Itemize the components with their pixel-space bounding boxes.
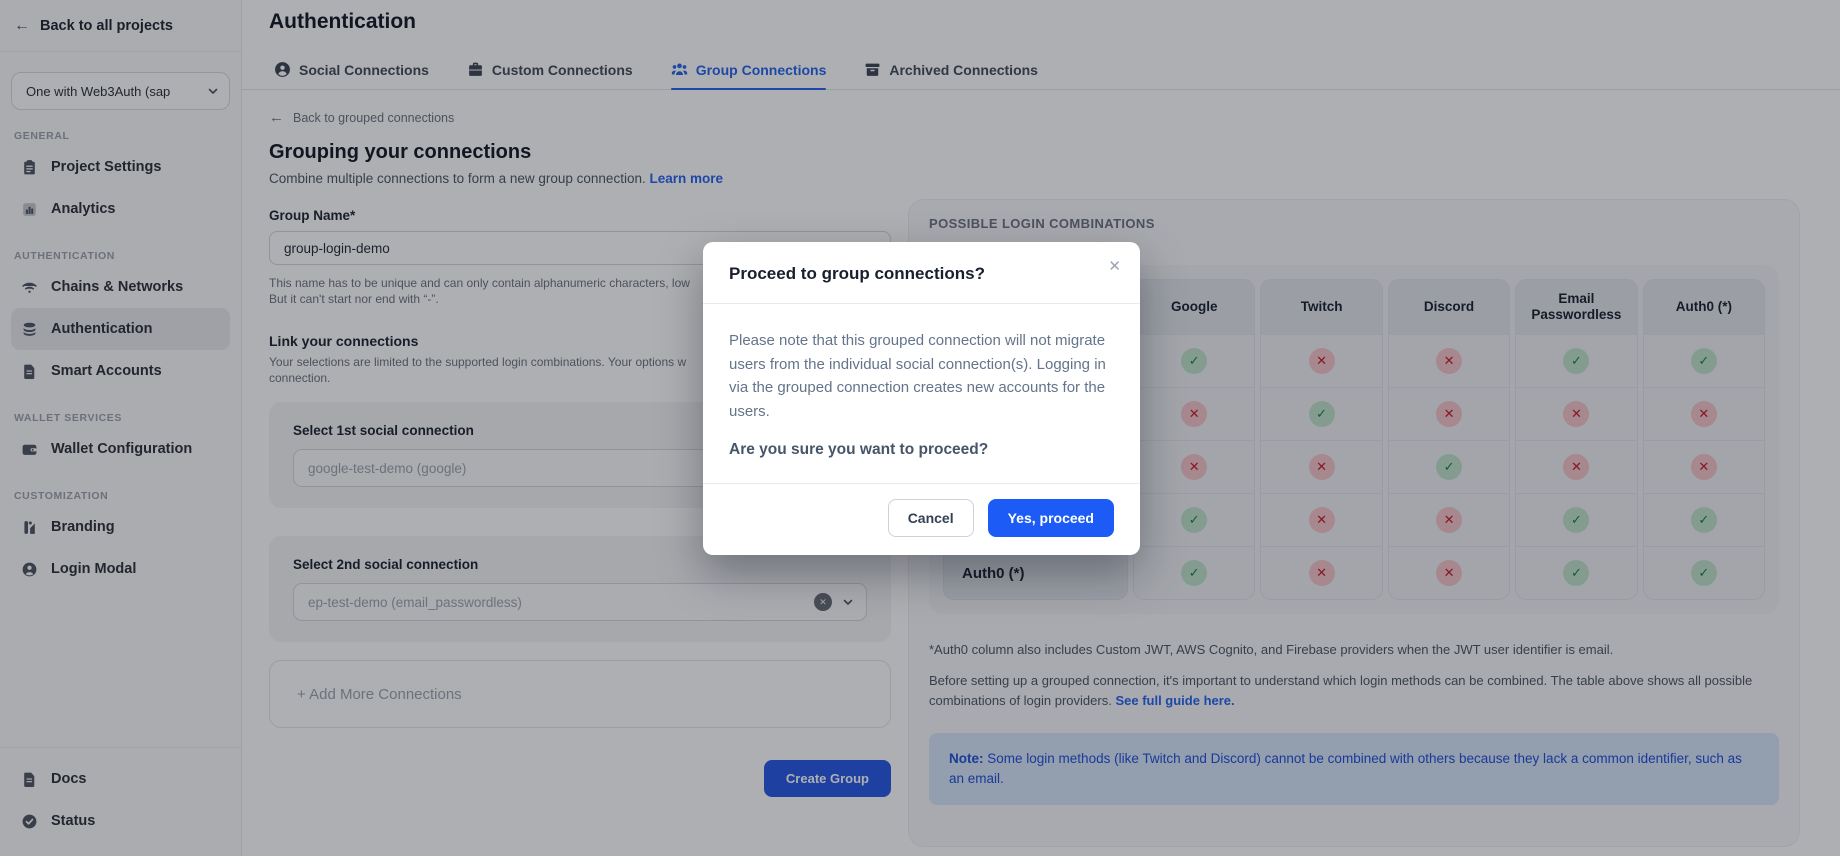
modal-body: Please note that this grouped connection… (703, 304, 1140, 483)
confirm-button[interactable]: Yes, proceed (988, 499, 1114, 537)
modal-message: Please note that this grouped connection… (729, 329, 1114, 423)
modal-footer: Cancel Yes, proceed (703, 483, 1140, 555)
modal-question: Are you sure you want to proceed? (729, 441, 1114, 459)
close-icon[interactable]: ✕ (1108, 259, 1121, 274)
modal-title: Proceed to group connections? (729, 264, 1114, 284)
cancel-button[interactable]: Cancel (888, 499, 974, 537)
proceed-confirmation-modal: Proceed to group connections? ✕ Please n… (703, 242, 1140, 555)
modal-header: Proceed to group connections? ✕ (703, 242, 1140, 304)
